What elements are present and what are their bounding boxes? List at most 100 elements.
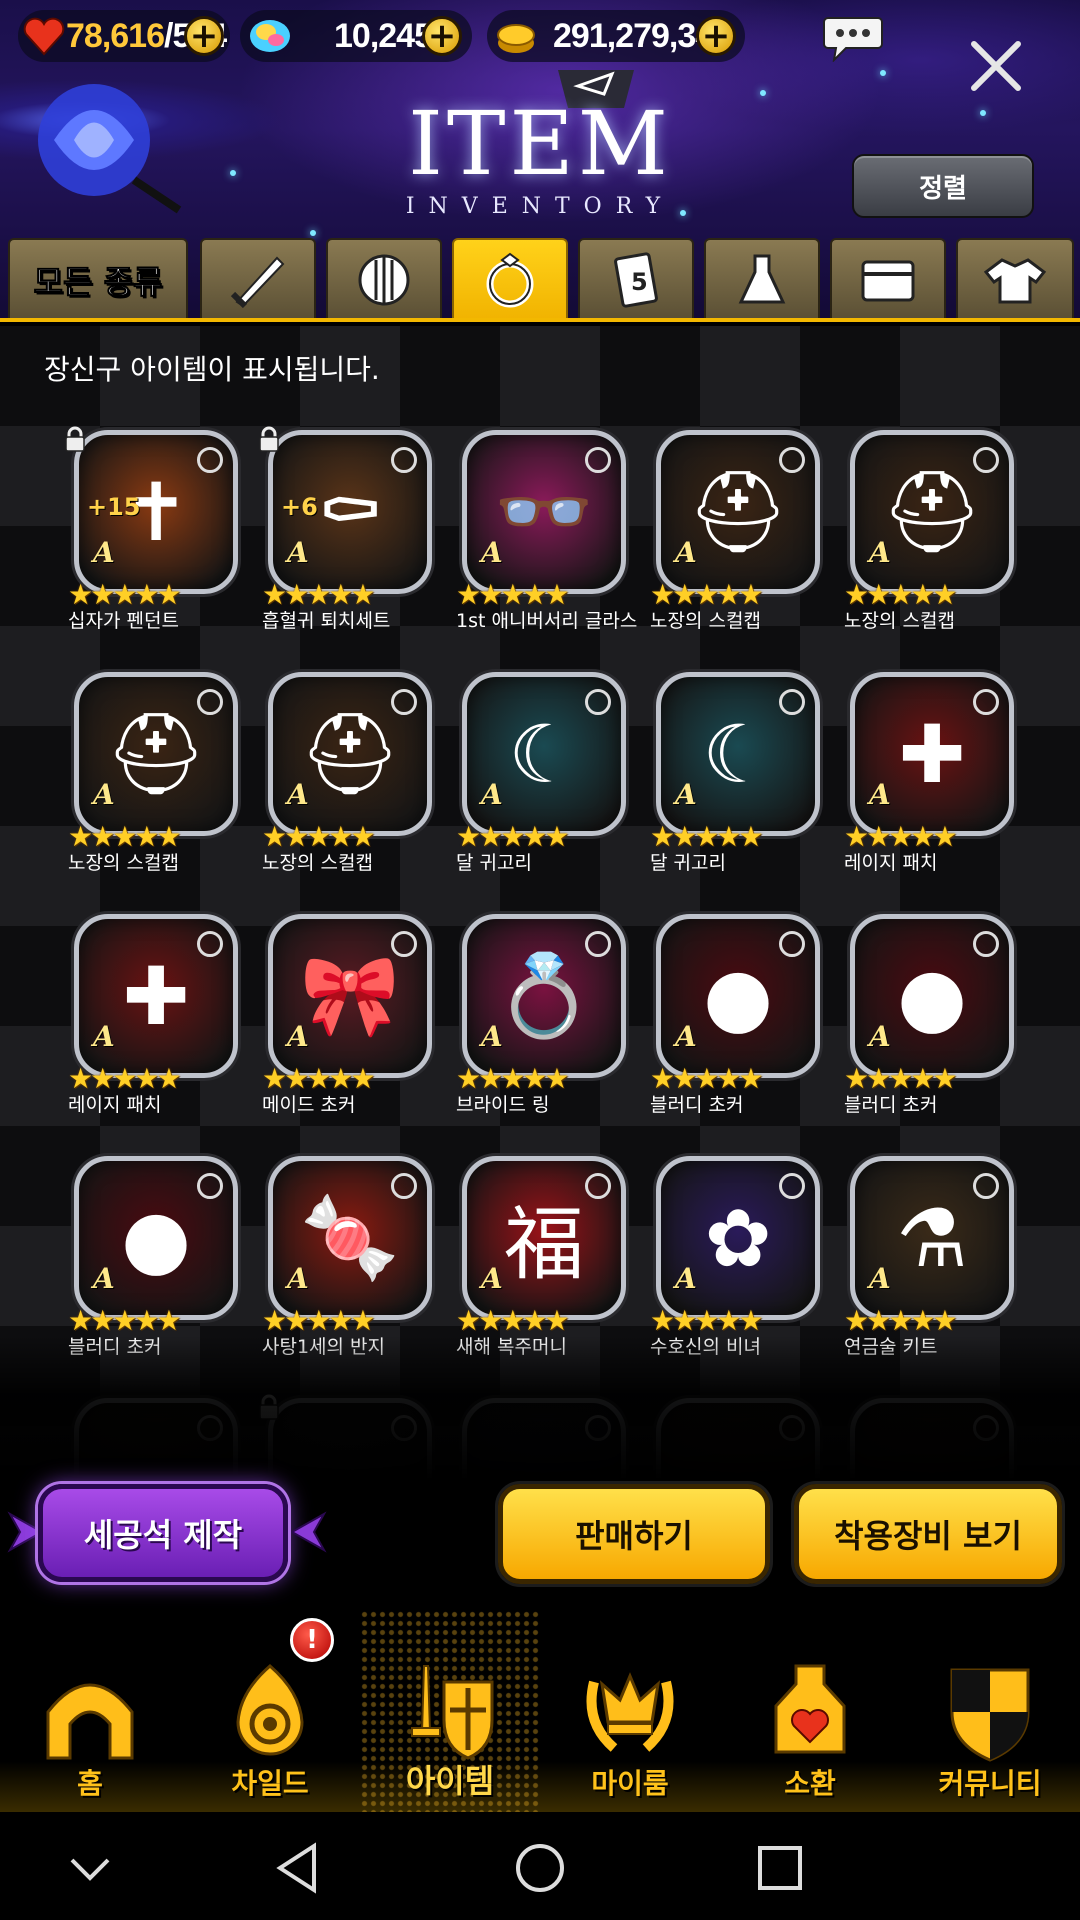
inventory-item[interactable]: ●A★★★★★블러디 초커 <box>64 1156 240 1362</box>
item-rank: A <box>481 1262 503 1295</box>
grid-fade-overlay <box>0 1336 1080 1480</box>
tab-armor[interactable] <box>326 238 442 320</box>
nav-community-label: 커뮤니티 <box>938 1767 1042 1800</box>
inventory-item[interactable]: ●A★★★★★블러디 초커 <box>840 914 1016 1120</box>
item-rank: A <box>287 778 309 811</box>
tab-all-types[interactable]: 모든 종류 <box>8 238 188 320</box>
nav-summon[interactable]: 소환 <box>720 1610 900 1812</box>
refresh-icon <box>973 689 999 715</box>
item-name: 달 귀고리 <box>650 852 726 874</box>
back-icon[interactable] <box>272 1842 324 1894</box>
inventory-item[interactable]: ⚰ A +6 ★★★★★ 흡혈귀 퇴치세트 <box>258 426 434 636</box>
item-icon-frame: ✿ A <box>656 1156 820 1320</box>
inventory-item[interactable]: ✝ A +15 ★★★★★ 십자가 펜던트 <box>64 426 240 636</box>
item-rank: A <box>675 778 697 811</box>
inventory-panel: 장신구 아이템이 표시됩니다. ✝ A +15 ★★★★★ 십자가 펜던트 ⚰ A +6 ★★★… <box>0 326 1080 1480</box>
item-rank: A <box>93 778 115 811</box>
inventory-item[interactable]: ⛑ A ★★★★★ 노장의 스컬캡 <box>64 672 240 878</box>
item-name: 십자가 펜던트 <box>68 610 179 632</box>
craft-gemstone-button[interactable]: 세공석 제작 <box>38 1484 288 1582</box>
nav-myroom[interactable]: 마이룸 <box>540 1610 720 1812</box>
item-rank: A <box>287 536 309 569</box>
close-icon[interactable] <box>966 36 1026 96</box>
inventory-item[interactable]: ⛑ A ★★★★★ 노장의 스컬캡 <box>646 430 822 636</box>
sell-button[interactable]: 판매하기 <box>498 1484 770 1584</box>
item-name: 블러디 초커 <box>844 1094 938 1116</box>
inventory-item[interactable]: ☾ A ★★★★★ 달 귀고리 <box>646 672 822 878</box>
inventory-item[interactable]: ●A★★★★★블러디 초커 <box>646 914 822 1120</box>
item-rank: A <box>675 1262 697 1295</box>
tab-potion[interactable] <box>704 238 820 320</box>
item-icon-frame: ● A <box>850 914 1014 1078</box>
refresh-icon <box>585 689 611 715</box>
tab-card[interactable]: 5 <box>578 238 694 320</box>
inventory-item[interactable]: 🎀 A ★★★★★ 메이드 초커 <box>258 914 434 1120</box>
item-rank: A <box>675 1020 697 1053</box>
view-equipped-button[interactable]: 착용장비 보기 <box>794 1484 1062 1584</box>
item-rank: A <box>93 1262 115 1295</box>
card-icon: 5 <box>614 252 658 308</box>
chevron-down-icon[interactable] <box>64 1842 116 1894</box>
home-circle-icon[interactable] <box>514 1842 566 1894</box>
item-enhance-level: +15 <box>87 493 141 521</box>
tab-underline <box>0 318 1080 322</box>
item-name: 노장의 스컬캡 <box>262 852 373 874</box>
refresh-icon <box>585 931 611 957</box>
item-rank: A <box>481 536 503 569</box>
add-hearts-button[interactable]: + <box>184 16 224 56</box>
item-icon-frame: ● A <box>656 914 820 1078</box>
sparkle-decoration <box>760 90 766 96</box>
item-name: 레이지 패치 <box>844 852 938 874</box>
item-name: 블러디 초커 <box>650 1094 744 1116</box>
item-icon-frame: 🎀 A <box>268 914 432 1078</box>
inventory-item[interactable]: ✚ A ★★★★★ 레이지 패치 <box>64 914 240 1120</box>
inventory-item[interactable]: ⚗A★★★★★연금술 키트 <box>840 1156 1016 1362</box>
item-icon-frame: 👓 A <box>462 430 626 594</box>
inventory-item[interactable]: 福A★★★★★새해 복주머니 <box>452 1156 628 1362</box>
inventory-item[interactable]: ☾ A ★★★★★ 달 귀고리 <box>452 672 628 878</box>
recents-icon[interactable] <box>754 1842 806 1894</box>
sort-button[interactable]: 정렬 <box>852 154 1034 218</box>
tab-accessory[interactable] <box>452 238 568 320</box>
item-rank: A <box>481 1020 503 1053</box>
refresh-icon <box>197 1173 223 1199</box>
nav-community[interactable]: 커뮤니티 <box>900 1610 1080 1812</box>
item-name: 브라이드 링 <box>456 1094 550 1116</box>
inventory-item[interactable]: 🍬A★★★★★사탕1세의 반지 <box>258 1156 434 1362</box>
item-rank: A <box>869 1262 891 1295</box>
add-gems-button[interactable]: + <box>422 16 462 56</box>
inventory-item[interactable]: ✚ A ★★★★★ 레이지 패치 <box>840 672 1016 878</box>
tab-costume[interactable] <box>956 238 1074 320</box>
item-enhance-level: +6 <box>281 493 318 521</box>
item-rank: A <box>93 536 115 569</box>
refresh-icon <box>197 447 223 473</box>
refresh-icon <box>585 447 611 473</box>
inventory-item[interactable]: 💍 A ★★★★★ 브라이드 링 <box>452 914 628 1120</box>
page-title: ITEM INVENTORY <box>380 100 700 220</box>
tab-weapon[interactable] <box>200 238 316 320</box>
add-gold-button[interactable]: + <box>696 16 736 56</box>
inventory-item[interactable]: ⛑ A ★★★★★ 노장의 스컬캡 <box>840 430 1016 636</box>
tab-all-types-label: 모든 종류 <box>33 263 163 302</box>
nav-summon-label: 소환 <box>784 1767 836 1800</box>
inventory-item[interactable]: ⛑ A ★★★★★ 노장의 스컬캡 <box>258 672 434 878</box>
refresh-icon <box>779 931 805 957</box>
refresh-icon <box>391 689 417 715</box>
refresh-icon <box>391 447 417 473</box>
chat-icon[interactable] <box>822 14 884 62</box>
item-name: 1st 애니버서리 글라스 <box>456 610 638 632</box>
nav-home[interactable]: 홈 <box>0 1610 180 1812</box>
flask-icon <box>738 254 786 304</box>
inventory-item[interactable]: 👓 A ★★★★★ 1st 애니버서리 글라스 <box>452 430 637 636</box>
nav-item[interactable]: 아이템 <box>360 1610 540 1812</box>
refresh-icon <box>197 689 223 715</box>
inventory-item[interactable]: ✿A★★★★★수호신의 비녀 <box>646 1156 822 1362</box>
item-rank: A <box>481 778 503 811</box>
refresh-icon <box>973 447 999 473</box>
tab-box[interactable] <box>830 238 946 320</box>
item-name: 달 귀고리 <box>456 852 532 874</box>
item-icon <box>411 1665 494 1760</box>
item-icon-frame: ⛑ A <box>850 430 1014 594</box>
refresh-icon <box>197 931 223 957</box>
wing-right-decoration <box>292 1511 327 1553</box>
